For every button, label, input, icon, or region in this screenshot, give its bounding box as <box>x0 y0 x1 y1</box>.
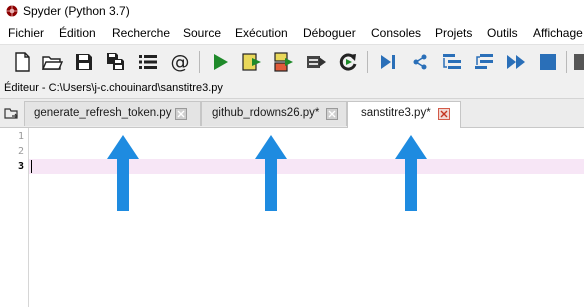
annotation-arrow-up-icon <box>107 135 139 211</box>
at-sign-icon[interactable]: @ <box>168 50 192 74</box>
code-editor[interactable]: 1 2 3 <box>0 128 584 307</box>
save-icon[interactable] <box>72 50 96 74</box>
open-folder-icon[interactable] <box>40 50 64 74</box>
editor-tab-bar: generate_refresh_token.py github_rdowns2… <box>0 99 584 128</box>
menu-bar: Fichier Édition Recherche Source Exécuti… <box>0 23 584 43</box>
annotation-arrow-up-icon <box>255 135 287 211</box>
menu-projets[interactable]: Projets <box>435 26 472 40</box>
toolbar-separator <box>199 51 200 73</box>
editor-path-label: Éditeur - C:\Users\j-c.chouinard\sanstit… <box>4 82 223 94</box>
run-cell-advance-icon[interactable] <box>272 50 296 74</box>
line-number: 2 <box>18 146 25 157</box>
continue-icon[interactable] <box>504 50 528 74</box>
title-bar: Spyder (Python 3.7) <box>0 0 584 23</box>
tab-close-icon[interactable] <box>326 108 338 120</box>
save-all-icon[interactable] <box>104 50 128 74</box>
tab-label: sanstitre3.py* <box>361 107 431 119</box>
toolbar: @ <box>0 44 584 80</box>
step-into-icon[interactable] <box>440 50 464 74</box>
menu-edition[interactable]: Édition <box>59 26 96 40</box>
menu-source[interactable]: Source <box>183 26 221 40</box>
tab-github-rdowns26[interactable]: github_rdowns26.py* <box>201 101 347 126</box>
run-selection-icon[interactable] <box>304 50 328 74</box>
toolbar-separator <box>367 51 368 73</box>
menu-recherche[interactable]: Recherche <box>112 26 170 40</box>
window-title: Spyder (Python 3.7) <box>23 4 130 18</box>
tab-label: github_rdowns26.py* <box>212 107 320 119</box>
menu-fichier[interactable]: Fichier <box>8 26 44 40</box>
line-number-gutter: 1 2 3 <box>0 128 29 307</box>
line-number-current: 3 <box>18 161 25 172</box>
editor-path-bar: Éditeur - C:\Users\j-c.chouinard\sanstit… <box>0 79 584 99</box>
menu-outils[interactable]: Outils <box>487 26 518 40</box>
text-cursor <box>31 160 32 173</box>
run-icon[interactable] <box>208 50 232 74</box>
menu-affichage[interactable]: Affichage <box>533 26 583 40</box>
tab-label: generate_refresh_token.py <box>34 107 172 119</box>
step-icon[interactable] <box>408 50 432 74</box>
rerun-icon[interactable] <box>336 50 360 74</box>
tab-sanstitre3[interactable]: sanstitre3.py* <box>347 101 461 128</box>
debug-icon[interactable] <box>376 50 400 74</box>
menu-consoles[interactable]: Consoles <box>371 26 421 40</box>
browse-tabs-icon[interactable] <box>3 105 19 121</box>
svg-text:@: @ <box>171 51 190 73</box>
line-number: 1 <box>18 131 25 142</box>
tab-close-icon[interactable] <box>175 108 187 120</box>
toolbar-separator <box>566 51 567 73</box>
menu-deboguer[interactable]: Déboguer <box>303 26 356 40</box>
tab-close-icon[interactable] <box>438 108 450 120</box>
stop-debug-icon[interactable] <box>536 50 560 74</box>
tab-generate-refresh-token[interactable]: generate_refresh_token.py <box>24 101 201 126</box>
step-return-icon[interactable] <box>472 50 496 74</box>
overflow-icon[interactable] <box>572 50 584 74</box>
run-cell-icon[interactable] <box>240 50 264 74</box>
annotation-arrow-up-icon <box>395 135 427 211</box>
new-file-icon[interactable] <box>10 50 34 74</box>
outline-list-icon[interactable] <box>136 50 160 74</box>
menu-execution[interactable]: Exécution <box>235 26 288 40</box>
spyder-logo-icon <box>6 5 18 17</box>
